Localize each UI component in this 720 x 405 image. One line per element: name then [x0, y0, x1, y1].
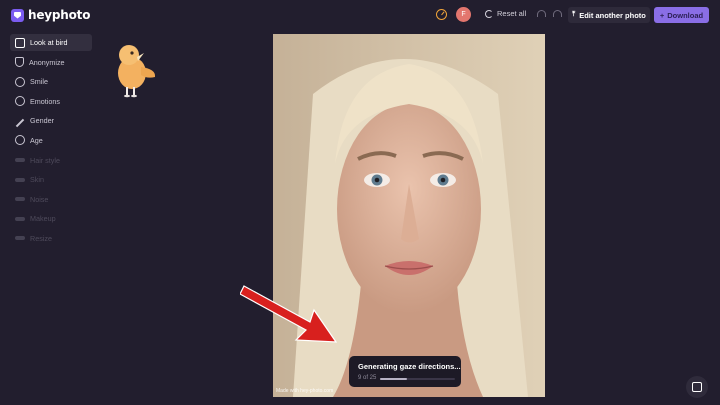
top-bar: heyphoto F Reset all ⤒ Edit another phot… [0, 0, 720, 30]
progress-bar [380, 378, 455, 380]
sidebar-item-makeup: Makeup [10, 210, 92, 227]
sidebar-item-label: Anonymize [29, 57, 65, 67]
status-title: Generating gaze directions... [358, 362, 461, 371]
sidebar-item-label: Skin [30, 175, 44, 185]
edit-another-photo-button[interactable]: ⤒ Edit another photo [568, 7, 650, 23]
reset-label: Reset all [497, 9, 527, 18]
sidebar-item-resize: Resize [10, 230, 92, 247]
bird-frame-icon [15, 37, 25, 48]
logo-icon [11, 8, 24, 22]
logo[interactable]: heyphoto [11, 7, 90, 23]
reset-all-button[interactable]: Reset all [485, 9, 526, 18]
generation-status-toast: Generating gaze directions... 9 of 25 [349, 356, 461, 387]
sidebar-item-label: Resize [30, 233, 52, 243]
makeup-icon [15, 216, 25, 221]
shield-icon [15, 57, 24, 68]
chat-button[interactable] [686, 376, 708, 398]
download-label: Download [667, 10, 704, 20]
gender-icon [15, 118, 25, 128]
sidebar-item-smile[interactable]: Smile [10, 73, 92, 90]
resize-icon [15, 236, 25, 241]
smile-icon [15, 76, 25, 87]
progress-fill [380, 378, 407, 380]
sidebar-item-look-at-bird[interactable]: Look at bird [10, 34, 92, 51]
status-count: 9 of 25 [358, 375, 377, 381]
sidebar-item-anonymize[interactable]: Anonymize [10, 54, 92, 71]
sidebar-item-label: Noise [30, 194, 49, 204]
avatar[interactable]: F [456, 7, 471, 22]
reset-icon [485, 9, 493, 18]
download-button[interactable]: + Download [654, 7, 709, 23]
sidebar-item-label: Hair style [30, 155, 60, 165]
sidebar-item-skin: Skin [10, 171, 92, 188]
edit-label: Edit another photo [579, 10, 646, 20]
redo-icon[interactable] [553, 10, 562, 17]
bird-illustration [118, 45, 156, 98]
chat-icon [692, 382, 702, 392]
sidebar-item-noise: Noise [10, 191, 92, 208]
noise-icon [15, 197, 25, 202]
sidebar-item-label: Makeup [30, 214, 56, 224]
sidebar-item-label: Age [30, 135, 43, 145]
timer-icon[interactable] [436, 9, 447, 20]
skin-icon [15, 177, 25, 182]
sidebar-item-emotions[interactable]: Emotions [10, 93, 92, 110]
sidebar-item-age[interactable]: Age [10, 132, 92, 149]
age-icon [15, 135, 25, 146]
sidebar: Look at bird Anonymize Smile Emotions Ge… [10, 34, 92, 250]
sidebar-item-label: Gender [30, 116, 54, 126]
sidebar-item-hair-style: Hair style [10, 152, 92, 169]
app-name: heyphoto [28, 8, 91, 22]
sidebar-item-label: Look at bird [30, 38, 68, 47]
emotion-face-icon [15, 96, 25, 107]
hair-icon [15, 158, 25, 163]
red-arrow-icon [240, 285, 338, 343]
sidebar-item-label: Smile [30, 77, 48, 87]
sidebar-item-gender[interactable]: Gender [10, 112, 92, 129]
undo-icon[interactable] [537, 10, 546, 17]
sidebar-item-label: Emotions [30, 96, 60, 106]
watermark: Made with hey-photo.com [276, 388, 334, 394]
download-icon: + [659, 10, 665, 20]
upload-icon: ⤒ [572, 11, 576, 18]
